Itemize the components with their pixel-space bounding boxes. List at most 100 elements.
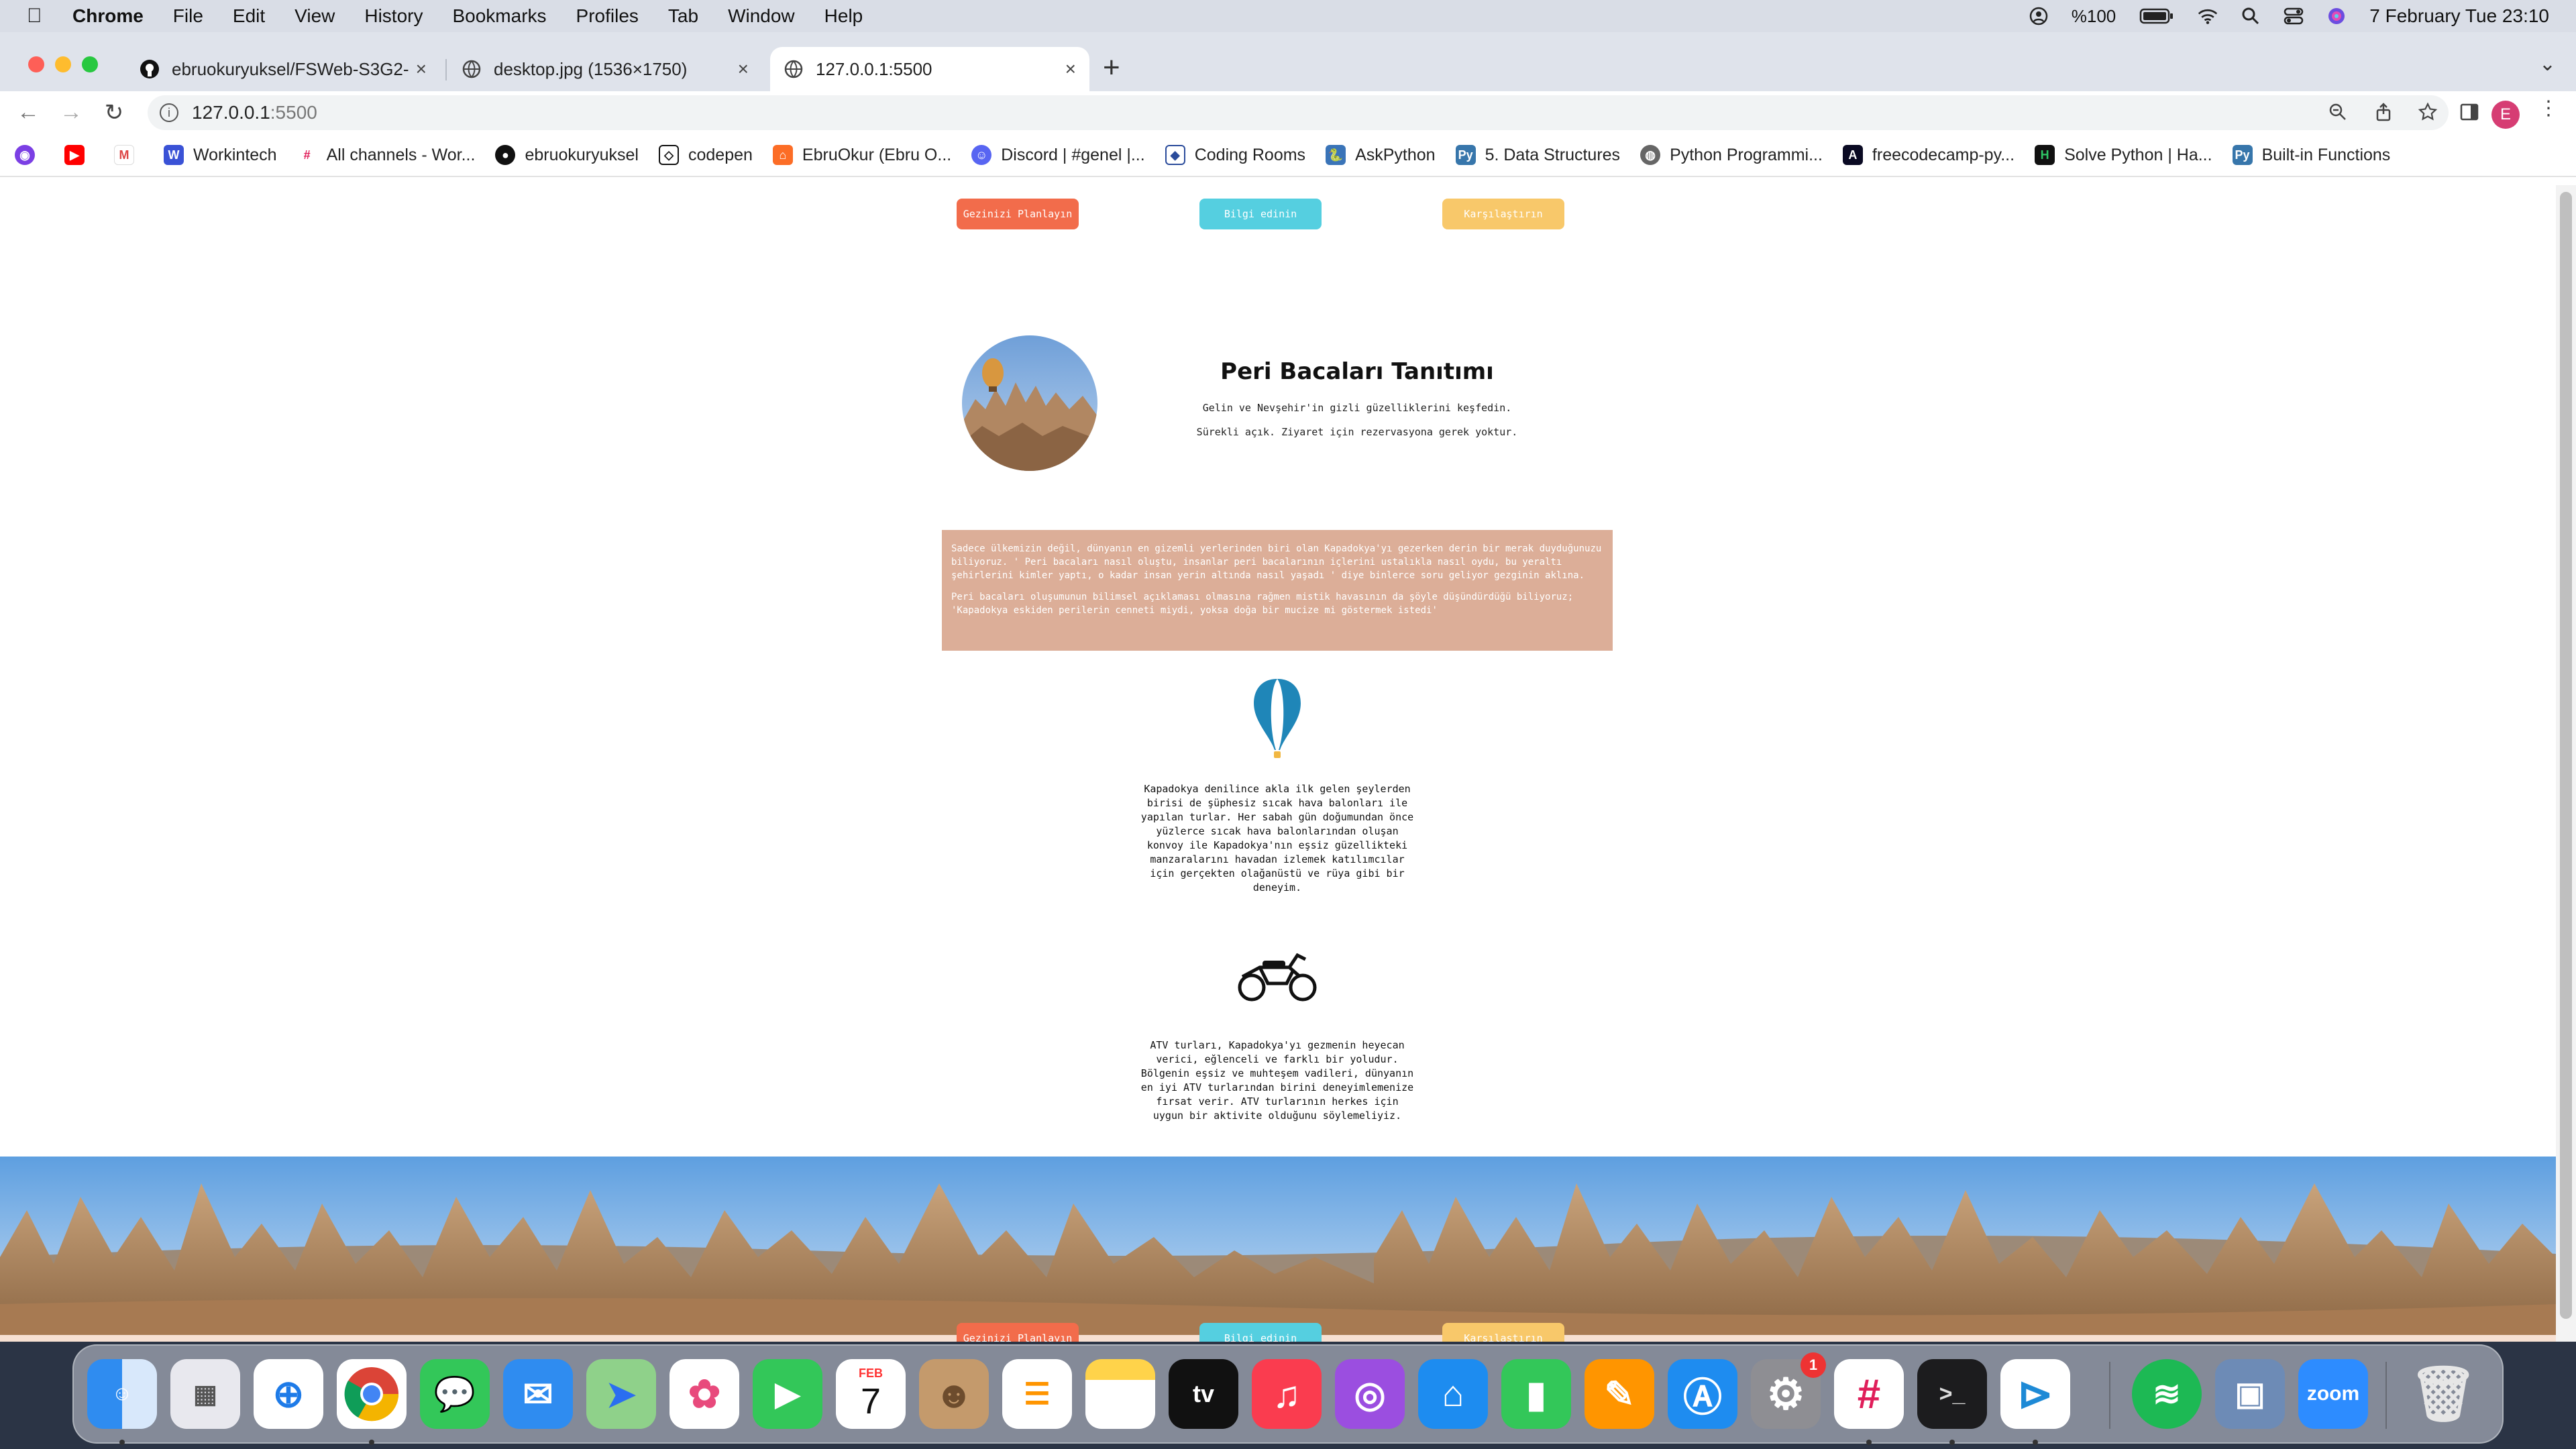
menu-edit[interactable]: Edit (233, 5, 265, 27)
reload-button[interactable]: ↻ (101, 99, 127, 126)
new-tab-button[interactable]: + (1103, 51, 1120, 85)
bookmark-item[interactable]: ● ebruokuryuksel (495, 145, 639, 165)
workintech-icon: W (164, 145, 184, 165)
askpython-icon: 🐍 (1326, 145, 1346, 165)
mail-icon[interactable]: ✉ (503, 1359, 573, 1429)
wifi-icon[interactable] (2198, 6, 2218, 26)
tab-desktop-jpg[interactable]: desktop.jpg (1536×1750) × (448, 47, 762, 91)
close-window-button[interactable] (28, 56, 44, 72)
footer-learn-more-button[interactable]: Bilgi edinin (1199, 1323, 1322, 1342)
menu-view[interactable]: View (294, 5, 335, 27)
scrollbar-thumb[interactable] (2560, 192, 2572, 1319)
apple-icon[interactable]:  (27, 5, 54, 28)
share-icon[interactable] (2373, 95, 2394, 127)
slack-icon[interactable]: # (1834, 1359, 1904, 1429)
spotlight-search-icon[interactable] (2241, 6, 2261, 26)
page-viewport[interactable]: Gezinizi Planlayın Bilgi edinin Karşılaş… (0, 185, 2576, 1342)
system-settings-icon[interactable]: ⚙ 1 (1751, 1352, 1826, 1429)
photos-icon[interactable]: ✿ (669, 1359, 739, 1429)
menu-window[interactable]: Window (728, 5, 795, 27)
bookmark-item[interactable]: Py 5. Data Structures (1455, 145, 1620, 165)
bookmark-item[interactable]: ▶ (64, 145, 94, 165)
messages-icon[interactable]: 💬 (420, 1359, 490, 1429)
menu-tab[interactable]: Tab (668, 5, 698, 27)
bookmark-item[interactable]: ◍ Python Programmi... (1640, 145, 1823, 165)
address-bar[interactable]: i 127.0.0.1 :5500 (148, 95, 2449, 130)
bookmark-item[interactable]: ☺ Discord | #genel |... (971, 145, 1145, 165)
side-panel-icon[interactable] (2459, 95, 2479, 127)
bookmark-item[interactable]: ◆ Coding Rooms (1165, 145, 1305, 165)
close-tab-icon[interactable]: × (416, 58, 427, 80)
spotify-icon[interactable]: ≋ (2132, 1359, 2202, 1429)
menu-history[interactable]: History (364, 5, 423, 27)
safari-icon[interactable]: ⊕ (254, 1359, 323, 1429)
keynote-icon[interactable]: ⌂ (1418, 1359, 1488, 1429)
facetime-icon[interactable]: ▶ (753, 1359, 822, 1429)
zoom-icon[interactable]: zoom (2298, 1359, 2368, 1429)
back-button[interactable]: ← (15, 99, 42, 125)
siri-icon[interactable] (2326, 6, 2347, 26)
tab-localhost[interactable]: 127.0.0.1:5500 × (770, 47, 1089, 91)
bookmark-item[interactable]: ◇ codepen (658, 145, 753, 165)
forward-button[interactable]: → (58, 99, 85, 125)
menubar-clock[interactable]: 7 February Tue 23:10 (2369, 5, 2549, 27)
notes-icon[interactable] (1085, 1359, 1155, 1429)
reminders-icon[interactable]: ☰ (1002, 1359, 1072, 1429)
learn-more-button[interactable]: Bilgi edinin (1199, 199, 1322, 229)
close-tab-icon[interactable]: × (1065, 58, 1076, 80)
maps-icon[interactable]: ➤ (586, 1359, 656, 1429)
bookmark-purple-icon: ◉ (15, 145, 35, 165)
numbers-icon[interactable]: ▮ (1501, 1359, 1571, 1429)
plan-trip-button[interactable]: Gezinizi Planlayın (957, 199, 1079, 229)
bookmark-item[interactable]: M (114, 145, 144, 165)
app-store-icon[interactable]: Ⓐ (1668, 1359, 1737, 1429)
menu-profiles[interactable]: Profiles (576, 5, 639, 27)
close-tab-icon[interactable]: × (738, 58, 749, 80)
bookmark-item[interactable]: 🐍 AskPython (1326, 145, 1436, 165)
bookmark-label: Coding Rooms (1194, 145, 1306, 164)
profile-avatar[interactable]: E (2491, 101, 2520, 129)
zoom-icon[interactable] (2328, 95, 2348, 127)
tab-github[interactable]: ebruokuryuksel/FSWeb-S3G2- × (126, 47, 440, 91)
zoom-window-button[interactable] (82, 56, 98, 72)
footer-plan-trip-button[interactable]: Gezinizi Planlayın (957, 1323, 1079, 1342)
menu-file[interactable]: File (173, 5, 203, 27)
compare-button[interactable]: Karşılaştırın (1442, 199, 1564, 229)
bookmark-item[interactable]: H Solve Python | Ha... (2035, 145, 2212, 165)
contacts-icon[interactable]: ☻ (919, 1359, 989, 1429)
bookmark-item[interactable]: Py Built-in Functions (2232, 145, 2390, 165)
vscode-icon[interactable]: ⊳ (2000, 1359, 2070, 1429)
bookmark-item[interactable]: W Workintech (164, 145, 277, 165)
menu-chrome[interactable]: Chrome (72, 5, 144, 27)
scrollbar[interactable] (2556, 185, 2576, 1342)
pages-icon[interactable]: ✎ (1585, 1359, 1654, 1429)
bookmark-item[interactable]: # All channels - Wor... (297, 145, 475, 165)
control-center-icon[interactable] (2284, 6, 2304, 26)
calendar-day: 7 (860, 1381, 881, 1421)
podcasts-icon[interactable]: ◎ (1335, 1359, 1405, 1429)
notification-badge: 1 (1801, 1352, 1826, 1378)
finder-icon[interactable]: ☺ (87, 1359, 157, 1429)
preview-icon[interactable]: ▣ (2215, 1359, 2285, 1429)
calendar-icon[interactable]: FEB 7 (836, 1359, 906, 1429)
music-icon[interactable]: ♫ (1252, 1359, 1322, 1429)
terminal-icon[interactable]: >_ (1917, 1359, 1987, 1429)
launchpad-icon[interactable]: ▦ (170, 1359, 240, 1429)
bookmark-star-icon[interactable] (2418, 95, 2438, 127)
chrome-icon[interactable] (337, 1359, 407, 1429)
bookmark-item[interactable]: Afreecodecamp-py... (1842, 145, 2015, 165)
minimize-window-button[interactable] (55, 56, 71, 72)
trash-icon[interactable]: 🗑 (2408, 1359, 2478, 1429)
tab-search-icon[interactable]: ⌄ (2539, 52, 2556, 76)
gitlab-icon: ⌂ (772, 145, 793, 165)
bookmark-item[interactable]: ◉ (15, 145, 44, 165)
site-info-icon[interactable]: i (160, 103, 178, 122)
menu-help[interactable]: Help (824, 5, 863, 27)
user-icon[interactable] (2029, 6, 2049, 26)
footer-compare-button[interactable]: Karşılaştırın (1442, 1323, 1564, 1342)
bookmark-item[interactable]: ⌂ EbruOkur (Ebru O... (772, 145, 951, 165)
tv-icon[interactable]: tv (1169, 1359, 1238, 1429)
more-menu-icon[interactable]: ⋮ (2538, 97, 2559, 120)
menu-bookmarks[interactable]: Bookmarks (452, 5, 546, 27)
battery-icon[interactable] (2139, 6, 2175, 26)
